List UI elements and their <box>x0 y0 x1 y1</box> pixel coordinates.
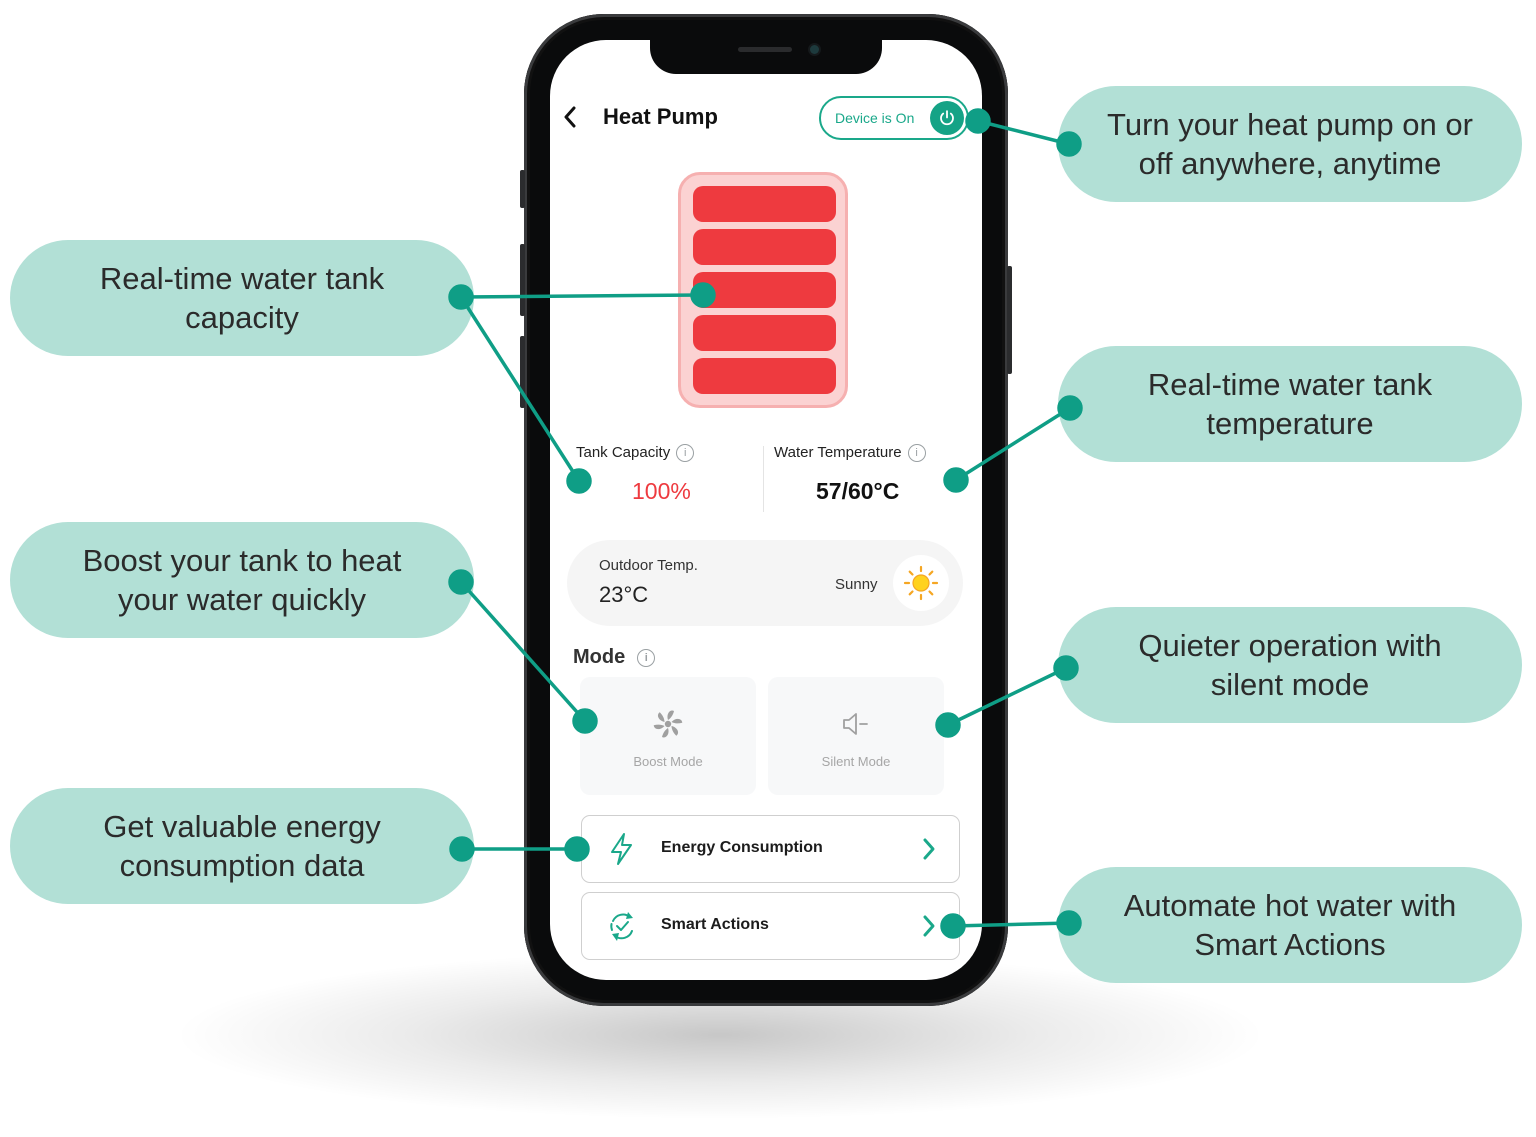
connector-dot <box>1056 131 1082 157</box>
connector-dot <box>448 284 474 310</box>
connector-dot <box>940 913 966 939</box>
connector-line-power <box>977 119 1070 146</box>
connector-dot <box>943 467 969 493</box>
callout-connectors <box>448 108 1083 939</box>
connector-dot <box>1053 655 1079 681</box>
connector-line-smart-actions <box>952 921 1070 928</box>
connector-dot <box>449 836 475 862</box>
connector-dot <box>1057 395 1083 421</box>
connector-line-capacity <box>459 296 581 482</box>
connector-line-boost <box>459 580 587 723</box>
connector-dot <box>448 569 474 595</box>
connector-dot <box>935 712 961 738</box>
connector-line-silent <box>947 666 1067 727</box>
connector-line-temperature <box>955 406 1071 482</box>
connector-line-tank <box>460 293 704 299</box>
connector-dot <box>572 708 598 734</box>
connector-dot <box>965 108 991 134</box>
connector-dot <box>1056 910 1082 936</box>
connector-dot <box>564 836 590 862</box>
connector-dot <box>566 468 592 494</box>
connector-dot <box>690 282 716 308</box>
